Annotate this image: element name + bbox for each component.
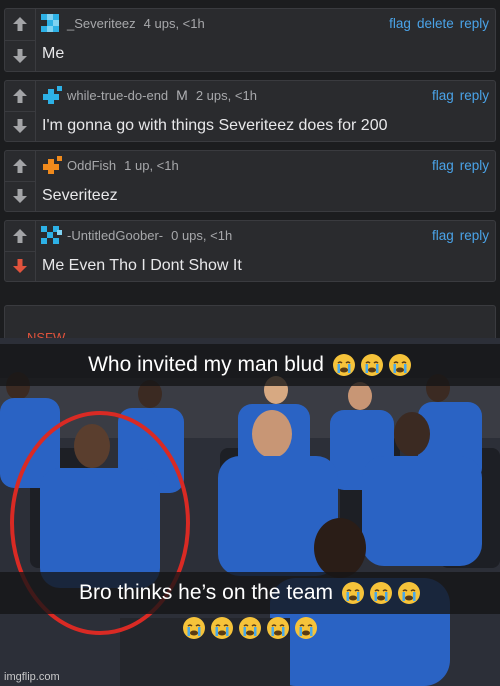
- upvote-button[interactable]: [5, 151, 35, 181]
- sob-emoji-icon: [183, 617, 205, 639]
- sob-emoji-icon: [239, 617, 261, 639]
- meme-image[interactable]: Who invited my man blud Bro thinks he’s …: [0, 338, 500, 686]
- comment-text: Me Even Tho I Dont Show It: [42, 257, 242, 274]
- sob-emoji-icon: [295, 617, 317, 639]
- reply-link[interactable]: reply: [460, 228, 489, 243]
- vote-column: [5, 221, 36, 281]
- upvote-button[interactable]: [5, 221, 35, 251]
- pixel-avatar-icon[interactable]: [41, 14, 63, 32]
- pixel-avatar-icon[interactable]: [41, 86, 63, 104]
- up-arrow-icon: [13, 17, 27, 32]
- sob-emoji-icon: [388, 354, 411, 376]
- down-arrow-icon: [13, 48, 27, 63]
- comment-text: I'm gonna go with things Severiteez does…: [42, 117, 388, 134]
- downvote-button[interactable]: [5, 39, 35, 72]
- flag-link[interactable]: flag: [389, 16, 411, 31]
- down-arrow-icon: [13, 119, 27, 134]
- comment-header: while-true-do-end M 2 ups, <1h flag repl…: [41, 86, 489, 104]
- sob-emoji-icon: [370, 582, 393, 604]
- sob-emoji-icon: [398, 582, 421, 604]
- imgflip-watermark: imgflip.com: [4, 671, 60, 683]
- reply-link[interactable]: reply: [460, 16, 489, 31]
- username-link[interactable]: while-true-do-end: [67, 88, 168, 103]
- sob-emoji-icon: [211, 617, 233, 639]
- comment: -UntitledGoober- 0 ups, <1h flag reply M…: [4, 220, 496, 282]
- flag-link[interactable]: flag: [432, 228, 454, 243]
- pixel-avatar-icon[interactable]: [41, 226, 63, 244]
- comment-text: Severiteez: [42, 187, 118, 204]
- reply-link[interactable]: reply: [460, 158, 489, 173]
- comment: _Severiteez 4 ups, <1h flag delete reply…: [4, 8, 496, 72]
- comment: OddFish 1 up, <1h flag reply Severiteez: [4, 150, 496, 212]
- downvote-button[interactable]: [5, 110, 35, 142]
- delete-link[interactable]: delete: [417, 16, 454, 31]
- reply-link[interactable]: reply: [460, 88, 489, 103]
- upvote-button[interactable]: [5, 81, 35, 111]
- up-arrow-icon: [13, 158, 27, 173]
- emoji-row: [0, 616, 500, 640]
- upvote-button[interactable]: [5, 9, 35, 40]
- sob-emoji-icon: [342, 582, 365, 604]
- vote-column: [5, 151, 36, 211]
- down-arrow-active-icon: [13, 259, 27, 274]
- up-arrow-icon: [13, 88, 27, 103]
- mod-badge: M: [176, 87, 188, 103]
- top-caption: Who invited my man blud: [0, 344, 500, 386]
- flag-link[interactable]: flag: [432, 88, 454, 103]
- bottom-caption: Bro thinks he’s on the team: [0, 572, 500, 614]
- comment-meta: 2 ups, <1h: [195, 87, 257, 103]
- comment-meta: 1 up, <1h: [124, 157, 179, 173]
- comment-header: OddFish 1 up, <1h flag reply: [41, 156, 489, 174]
- comment-meta: 0 ups, <1h: [171, 227, 233, 243]
- down-arrow-icon: [13, 189, 27, 204]
- comment: while-true-do-end M 2 ups, <1h flag repl…: [4, 80, 496, 142]
- downvote-button[interactable]: [5, 250, 35, 282]
- comment-header: -UntitledGoober- 0 ups, <1h flag reply: [41, 226, 489, 244]
- up-arrow-icon: [13, 228, 27, 243]
- sob-emoji-icon: [267, 617, 289, 639]
- comment-meta: 4 ups, <1h: [143, 15, 205, 31]
- username-link[interactable]: _Severiteez: [67, 16, 136, 31]
- comment-header: _Severiteez 4 ups, <1h flag delete reply: [41, 14, 489, 32]
- sob-emoji-icon: [332, 354, 355, 376]
- comment-text: Me: [42, 45, 65, 62]
- username-link[interactable]: OddFish: [67, 158, 116, 173]
- vote-column: [5, 81, 36, 141]
- vote-column: [5, 9, 36, 71]
- downvote-button[interactable]: [5, 180, 35, 212]
- username-link[interactable]: -UntitledGoober-: [67, 228, 163, 243]
- flag-link[interactable]: flag: [432, 158, 454, 173]
- sob-emoji-icon: [360, 354, 383, 376]
- pixel-avatar-icon[interactable]: [41, 156, 63, 174]
